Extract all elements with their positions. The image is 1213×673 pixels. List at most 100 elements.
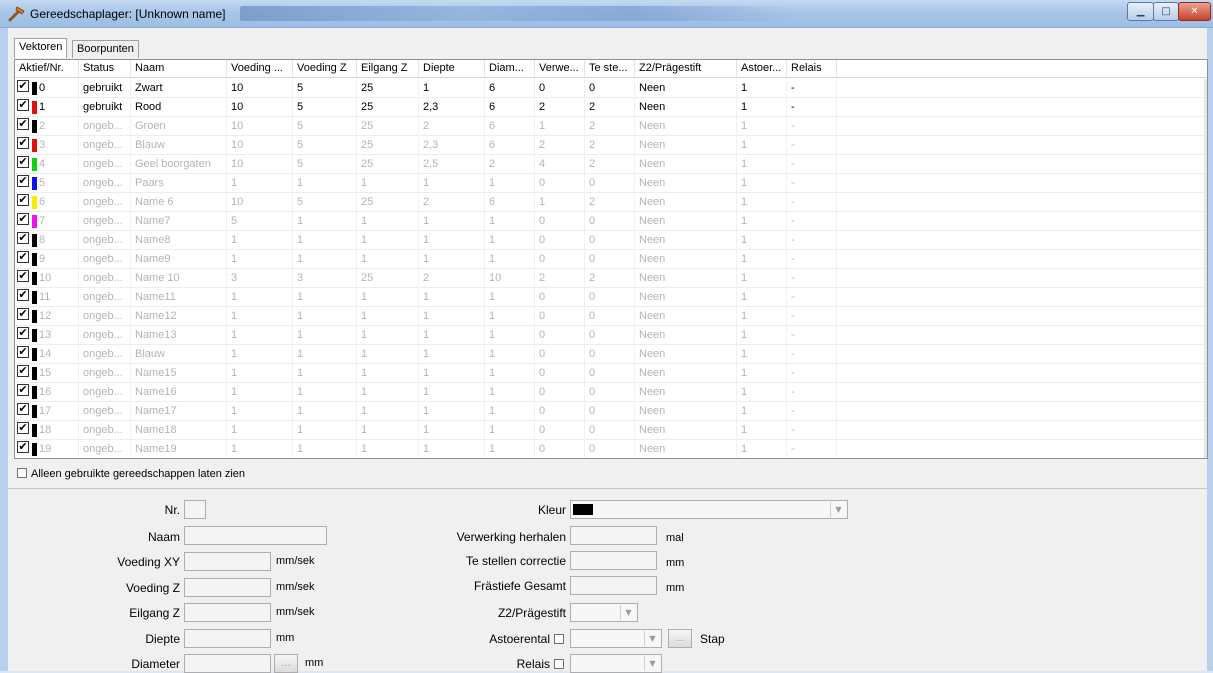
nr-field[interactable] — [184, 500, 206, 519]
column-header-diepte[interactable]: Diepte — [419, 60, 485, 78]
cell-relais: - — [787, 98, 837, 116]
relais-select[interactable]: ▼ — [570, 654, 662, 673]
z2-select[interactable]: ▼ — [570, 603, 638, 622]
active-checkbox[interactable]: ✔ — [17, 156, 29, 168]
filter-checkbox[interactable] — [17, 468, 27, 478]
minimize-button[interactable]: ▁ — [1127, 2, 1154, 21]
active-checkbox[interactable]: ✔ — [17, 346, 29, 358]
column-header-z2-pragestift[interactable]: Z2/Prägestift — [635, 60, 737, 78]
table-row[interactable]: ✔ 14 ongeb... Blauw 1 1 1 1 1 0 0 Neen 1- — [15, 345, 1207, 364]
frastiefe-field[interactable] — [570, 576, 657, 595]
tab-boorpunten[interactable]: Boorpunten — [72, 40, 139, 58]
column-header-verwerking[interactable]: Verwe... — [535, 60, 585, 78]
close-button[interactable]: ✕ — [1178, 2, 1211, 21]
active-checkbox[interactable]: ✔ — [17, 327, 29, 339]
table-row[interactable]: ✔ 0 gebruikt Zwart 10 5 25 1 6 0 0 Neen 1- — [15, 79, 1207, 98]
cell-diameter: 1 — [485, 307, 535, 325]
tool-color-swatch — [32, 348, 37, 361]
column-header-voeding-z[interactable]: Voeding Z — [293, 60, 357, 78]
column-header-status[interactable]: Status — [79, 60, 131, 78]
active-checkbox[interactable]: ✔ — [17, 384, 29, 396]
naam-field[interactable] — [184, 526, 327, 545]
column-header-te-stellen[interactable]: Te ste... — [585, 60, 635, 78]
grid-header: Aktief/Nr. Status Naam Voeding ... Voeding Z… — [15, 60, 1207, 78]
table-row[interactable]: ✔ 18 ongeb... Name18 1 1 1 1 1 0 0 Neen 1- — [15, 421, 1207, 440]
astoerental-checkbox[interactable] — [554, 634, 564, 644]
diameter-field[interactable] — [184, 654, 271, 673]
cell-eilgang-z: 25 — [357, 117, 419, 135]
diameter-browse-button[interactable]: ... — [274, 654, 298, 673]
grid-body[interactable]: ✔ 0 gebruikt Zwart 10 5 25 1 6 0 0 Neen 1- ✔ 1 gebruikt… — [15, 79, 1207, 458]
active-checkbox[interactable]: ✔ — [17, 270, 29, 282]
cell-eilgang-z: 25 — [357, 193, 419, 211]
table-row[interactable]: ✔ 7 ongeb... Name7 5 1 1 1 1 0 0 Neen 1- — [15, 212, 1207, 231]
active-checkbox[interactable]: ✔ — [17, 80, 29, 92]
window-title: Gereedschaplager: [Unknown name] — [30, 7, 226, 21]
active-checkbox[interactable]: ✔ — [17, 175, 29, 187]
title-bar[interactable]: Gereedschaplager: [Unknown name] ▁ □ ✕ — [0, 0, 1213, 28]
cell-verwerking: 0 — [535, 345, 585, 363]
active-checkbox[interactable]: ✔ — [17, 213, 29, 225]
table-row[interactable]: ✔ 11 ongeb... Name11 1 1 1 1 1 0 0 Neen 1- — [15, 288, 1207, 307]
voeding-z-field[interactable] — [184, 578, 271, 597]
active-checkbox[interactable]: ✔ — [17, 251, 29, 263]
eilgang-z-field[interactable] — [184, 603, 271, 622]
kleur-select[interactable]: ▼ — [570, 500, 848, 519]
filter-row[interactable]: Alleen gebruikte gereedschappen laten zi… — [17, 468, 245, 484]
cell-relais: - — [787, 136, 837, 154]
active-checkbox[interactable]: ✔ — [17, 289, 29, 301]
active-checkbox[interactable]: ✔ — [17, 422, 29, 434]
cell-z2-pragestift: Neen — [635, 307, 737, 325]
active-checkbox[interactable]: ✔ — [17, 232, 29, 244]
active-checkbox[interactable]: ✔ — [17, 441, 29, 453]
astoerental-label: Astoerental — [489, 632, 550, 646]
active-checkbox[interactable]: ✔ — [17, 308, 29, 320]
table-row[interactable]: ✔ 17 ongeb... Name17 1 1 1 1 1 0 0 Neen 1- — [15, 402, 1207, 421]
table-row[interactable]: ✔ 6 ongeb... Name 6 10 5 25 2 6 1 2 Neen 1- — [15, 193, 1207, 212]
table-row[interactable]: ✔ 2 ongeb... Groen 10 5 25 2 6 1 2 Neen 1- — [15, 117, 1207, 136]
grid-scroll-rail[interactable] — [1204, 79, 1207, 458]
active-checkbox[interactable]: ✔ — [17, 99, 29, 111]
cell-relais: - — [787, 383, 837, 401]
relais-checkbox[interactable] — [554, 659, 564, 669]
verwerking-field[interactable] — [570, 526, 657, 545]
table-row[interactable]: ✔ 3 ongeb... Blauw 10 5 25 2,3 6 2 2 Neen 1- — [15, 136, 1207, 155]
table-row[interactable]: ✔ 13 ongeb... Name13 1 1 1 1 1 0 0 Neen 1- — [15, 326, 1207, 345]
column-header-eilgang-z[interactable]: Eilgang Z — [357, 60, 419, 78]
aktief-cell: ✔ 7 — [15, 212, 79, 230]
table-row[interactable]: ✔ 15 ongeb... Name15 1 1 1 1 1 0 0 Neen 1- — [15, 364, 1207, 383]
column-header-diameter[interactable]: Diam... — [485, 60, 535, 78]
column-header-naam[interactable]: Naam — [131, 60, 227, 78]
cell-verwerking: 1 — [535, 117, 585, 135]
active-checkbox[interactable]: ✔ — [17, 403, 29, 415]
tab-vektoren[interactable]: Vektoren — [14, 38, 68, 58]
table-row[interactable]: ✔ 16 ongeb... Name16 1 1 1 1 1 0 0 Neen 1- — [15, 383, 1207, 402]
table-row[interactable]: ✔ 4 ongeb... Geel boorgaten 10 5 25 2,5 2 4 2 Neen 1… — [15, 155, 1207, 174]
table-row[interactable]: ✔ 8 ongeb... Name8 1 1 1 1 1 0 0 Neen 1- — [15, 231, 1207, 250]
table-row[interactable]: ✔ 1 gebruikt Rood 10 5 25 2,3 6 2 2 Neen 1- — [15, 98, 1207, 117]
cell-naam: Name12 — [131, 307, 227, 325]
active-checkbox[interactable]: ✔ — [17, 365, 29, 377]
maximize-button[interactable]: □ — [1153, 2, 1179, 21]
tool-number: 15 — [39, 367, 52, 379]
column-header-astoerental[interactable]: Astoer... — [737, 60, 787, 78]
diepte-field[interactable] — [184, 629, 271, 648]
kleur-label: Kleur — [537, 503, 566, 517]
table-row[interactable]: ✔ 19 ongeb... Name19 1 1 1 1 1 0 0 Neen 1- — [15, 440, 1207, 458]
column-header-aktief-nr[interactable]: Aktief/Nr. — [15, 60, 79, 78]
table-row[interactable]: ✔ 10 ongeb... Name 10 3 3 25 2 10 2 2 Neen 1- — [15, 269, 1207, 288]
column-header-voeding-xy[interactable]: Voeding ... — [227, 60, 293, 78]
active-checkbox[interactable]: ✔ — [17, 137, 29, 149]
cell-te-stellen: 2 — [585, 117, 635, 135]
table-row[interactable]: ✔ 5 ongeb... Paars 1 1 1 1 1 0 0 Neen 1- — [15, 174, 1207, 193]
cell-verwerking: 0 — [535, 440, 585, 458]
correctie-field[interactable] — [570, 551, 657, 570]
table-row[interactable]: ✔ 9 ongeb... Name9 1 1 1 1 1 0 0 Neen 1- — [15, 250, 1207, 269]
table-row[interactable]: ✔ 12 ongeb... Name12 1 1 1 1 1 0 0 Neen 1- — [15, 307, 1207, 326]
voeding-xy-field[interactable] — [184, 552, 271, 571]
astoerental-select[interactable]: ▼ — [570, 629, 662, 648]
active-checkbox[interactable]: ✔ — [17, 194, 29, 206]
astoerental-browse-button[interactable]: ... — [668, 629, 692, 648]
column-header-relais[interactable]: Relais — [787, 60, 837, 78]
active-checkbox[interactable]: ✔ — [17, 118, 29, 130]
